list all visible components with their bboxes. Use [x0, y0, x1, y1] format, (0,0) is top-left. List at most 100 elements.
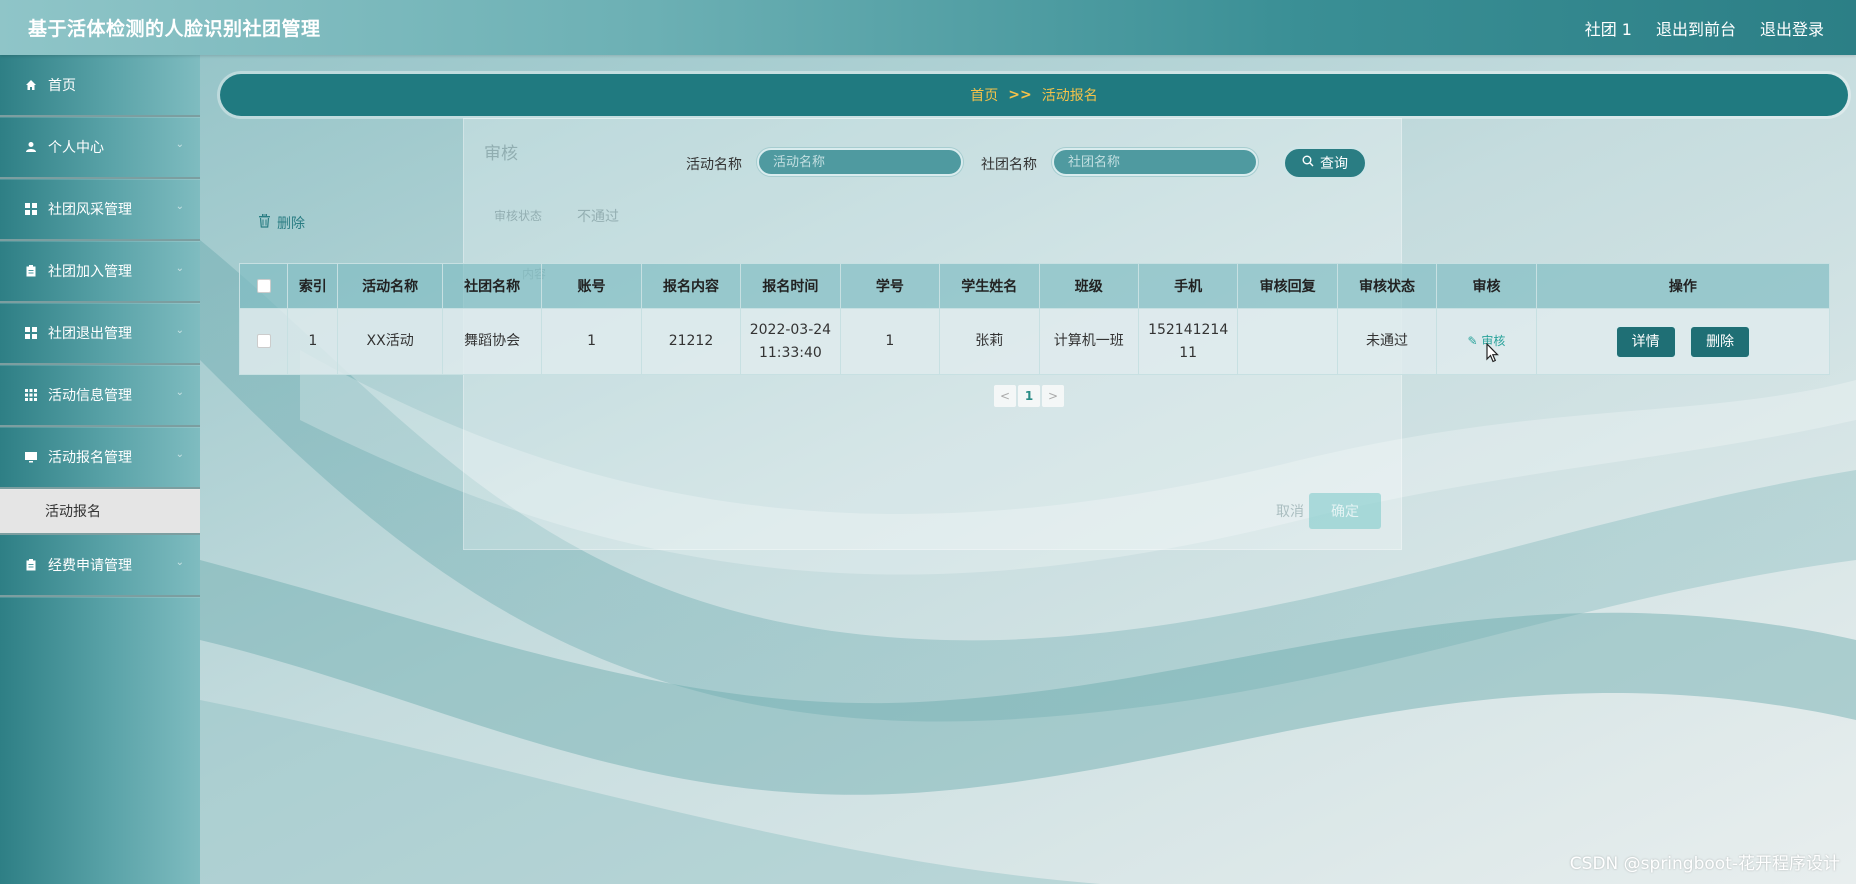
- cell-time: 2022-03-24 11:33:40: [740, 308, 841, 375]
- cell-student-id: 1: [839, 308, 941, 375]
- sidebar-item-club-style[interactable]: 社团风采管理 ⌄: [0, 179, 200, 241]
- cell-time-date: 2022-03-24: [749, 322, 832, 339]
- batch-delete-button[interactable]: 删除: [258, 213, 305, 233]
- column-header: 班级: [1038, 263, 1139, 309]
- cell-activity: XX活动: [337, 308, 443, 375]
- cell-audit: ✎ 审核: [1436, 308, 1537, 375]
- sidebar-item-profile[interactable]: 个人中心 ⌄: [0, 117, 200, 179]
- dialog-status-label: 审核状态: [494, 209, 543, 223]
- cell-content: 21212: [640, 308, 742, 375]
- app-title: 基于活体检测的人脸识别社团管理: [28, 18, 321, 40]
- column-header: 索引: [287, 263, 339, 309]
- batch-delete-label: 删除: [277, 216, 305, 232]
- apps-icon: [24, 388, 38, 402]
- sidebar-item-label: 社团风采管理: [48, 202, 132, 218]
- sidebar-item-club-join[interactable]: 社团加入管理 ⌄: [0, 241, 200, 303]
- user-icon: [24, 140, 38, 154]
- clipboard-icon: [24, 558, 38, 572]
- select-all-checkbox-cell[interactable]: [238, 263, 289, 309]
- chevron-up-icon: ⌄: [175, 449, 184, 460]
- column-header: 社团名称: [441, 263, 543, 309]
- column-header: 审核回复: [1237, 263, 1338, 309]
- column-header: 操作: [1535, 263, 1831, 309]
- mouse-cursor-icon: [1486, 343, 1499, 363]
- sidebar-item-label: 社团加入管理: [48, 264, 132, 280]
- activity-name-input[interactable]: [757, 148, 963, 176]
- sidebar-subitem-activity-signup[interactable]: 活动报名: [0, 489, 200, 535]
- sidebar-item-club-quit[interactable]: 社团退出管理 ⌄: [0, 303, 200, 365]
- sidebar: 首页 个人中心 ⌄ 社团风采管理 ⌄ 社团加入管理 ⌄ 社团退出管理 ⌄ 活动信…: [0, 55, 200, 884]
- column-header: 报名时间: [740, 263, 841, 309]
- sidebar-item-activity-info[interactable]: 活动信息管理 ⌄: [0, 365, 200, 427]
- cell-class: 计算机一班: [1038, 308, 1139, 375]
- page-number[interactable]: 1: [1018, 385, 1040, 407]
- search-icon: [1302, 155, 1314, 171]
- chevron-down-icon: ⌄: [175, 325, 184, 336]
- dialog-confirm-button: 确定: [1309, 493, 1381, 529]
- cell-account: 1: [541, 308, 642, 375]
- column-header: 学号: [839, 263, 941, 309]
- sidebar-item-activity-signup[interactable]: 活动报名管理 ⌄: [0, 427, 200, 489]
- cell-index: 1: [287, 308, 339, 375]
- logout-link[interactable]: 退出登录: [1760, 16, 1824, 40]
- breadcrumb-current: 活动报名: [1041, 88, 1098, 104]
- table-row: 1 XX活动 舞蹈协会 1 21212 2022-03-24 11:33:40 …: [238, 308, 1831, 375]
- column-header: 审核: [1436, 263, 1537, 309]
- cell-reply: [1237, 308, 1338, 375]
- club-name-input[interactable]: [1052, 148, 1258, 176]
- cell-status: 未通过: [1336, 308, 1438, 375]
- chevron-down-icon: ⌄: [175, 387, 184, 398]
- detail-button[interactable]: 详情: [1615, 325, 1676, 358]
- sidebar-item-label: 社团退出管理: [48, 326, 132, 342]
- cell-actions: 详情 删除: [1535, 308, 1831, 375]
- delete-button[interactable]: 删除: [1690, 325, 1751, 358]
- grid-icon: [24, 326, 38, 340]
- clipboard-icon: [24, 264, 38, 278]
- chevron-down-icon: ⌄: [175, 557, 184, 568]
- column-header: 账号: [541, 263, 642, 309]
- select-all-checkbox[interactable]: [256, 279, 271, 293]
- sidebar-item-label: 个人中心: [48, 140, 104, 156]
- chevron-down-icon: ⌄: [175, 139, 184, 150]
- query-button[interactable]: 查询: [1282, 146, 1368, 180]
- dialog-status-value: 不通过: [577, 209, 619, 225]
- trash-icon: [258, 213, 271, 232]
- next-page-button[interactable]: >: [1042, 385, 1064, 407]
- column-header: 报名内容: [640, 263, 742, 309]
- top-header: 基于活体检测的人脸识别社团管理 社团 1 退出到前台 退出登录: [0, 0, 1856, 55]
- row-checkbox-cell[interactable]: [238, 308, 289, 375]
- chevron-down-icon: ⌄: [175, 263, 184, 274]
- signup-table: 索引 活动名称 社团名称 账号 报名内容 报名时间 学号 学生姓名 班级 手机 …: [238, 263, 1831, 375]
- column-header: 审核状态: [1336, 263, 1438, 309]
- home-icon: [24, 78, 38, 92]
- user-name-link[interactable]: 社团 1: [1585, 16, 1632, 40]
- dialog-title: 审核: [484, 144, 518, 164]
- breadcrumb: 首页 >> 活动报名: [220, 74, 1848, 116]
- sidebar-item-label: 经费申请管理: [48, 558, 132, 574]
- column-header: 手机: [1137, 263, 1239, 309]
- breadcrumb-separator: >>: [1008, 87, 1032, 103]
- sidebar-item-home[interactable]: 首页: [0, 55, 200, 117]
- column-header: 活动名称: [337, 263, 443, 309]
- grid-icon: [24, 202, 38, 216]
- sidebar-item-funding[interactable]: 经费申请管理 ⌄: [0, 535, 200, 597]
- cell-phone-line2: 11: [1179, 344, 1198, 361]
- query-button-label: 查询: [1320, 156, 1348, 172]
- header-links: 社团 1 退出到前台 退出登录: [1585, 16, 1824, 40]
- cell-phone: 152141214 11: [1137, 308, 1239, 375]
- column-header: 学生姓名: [939, 263, 1040, 309]
- exit-to-front-link[interactable]: 退出到前台: [1656, 16, 1736, 40]
- activity-name-label: 活动名称: [686, 157, 742, 173]
- club-name-label: 社团名称: [981, 157, 1037, 173]
- row-checkbox[interactable]: [256, 334, 271, 349]
- watermark-text: CSDN @springboot-花开程序设计: [1569, 854, 1840, 874]
- sidebar-item-label: 首页: [48, 78, 76, 94]
- cell-club: 舞蹈协会: [441, 308, 543, 375]
- edit-icon: ✎: [1467, 334, 1478, 349]
- pagination: < 1 >: [994, 385, 1066, 407]
- breadcrumb-home[interactable]: 首页: [970, 85, 998, 105]
- sidebar-item-label: 活动报名管理: [48, 450, 132, 466]
- prev-page-button[interactable]: <: [994, 385, 1016, 407]
- sidebar-item-label: 活动信息管理: [48, 388, 132, 404]
- chevron-down-icon: ⌄: [175, 201, 184, 212]
